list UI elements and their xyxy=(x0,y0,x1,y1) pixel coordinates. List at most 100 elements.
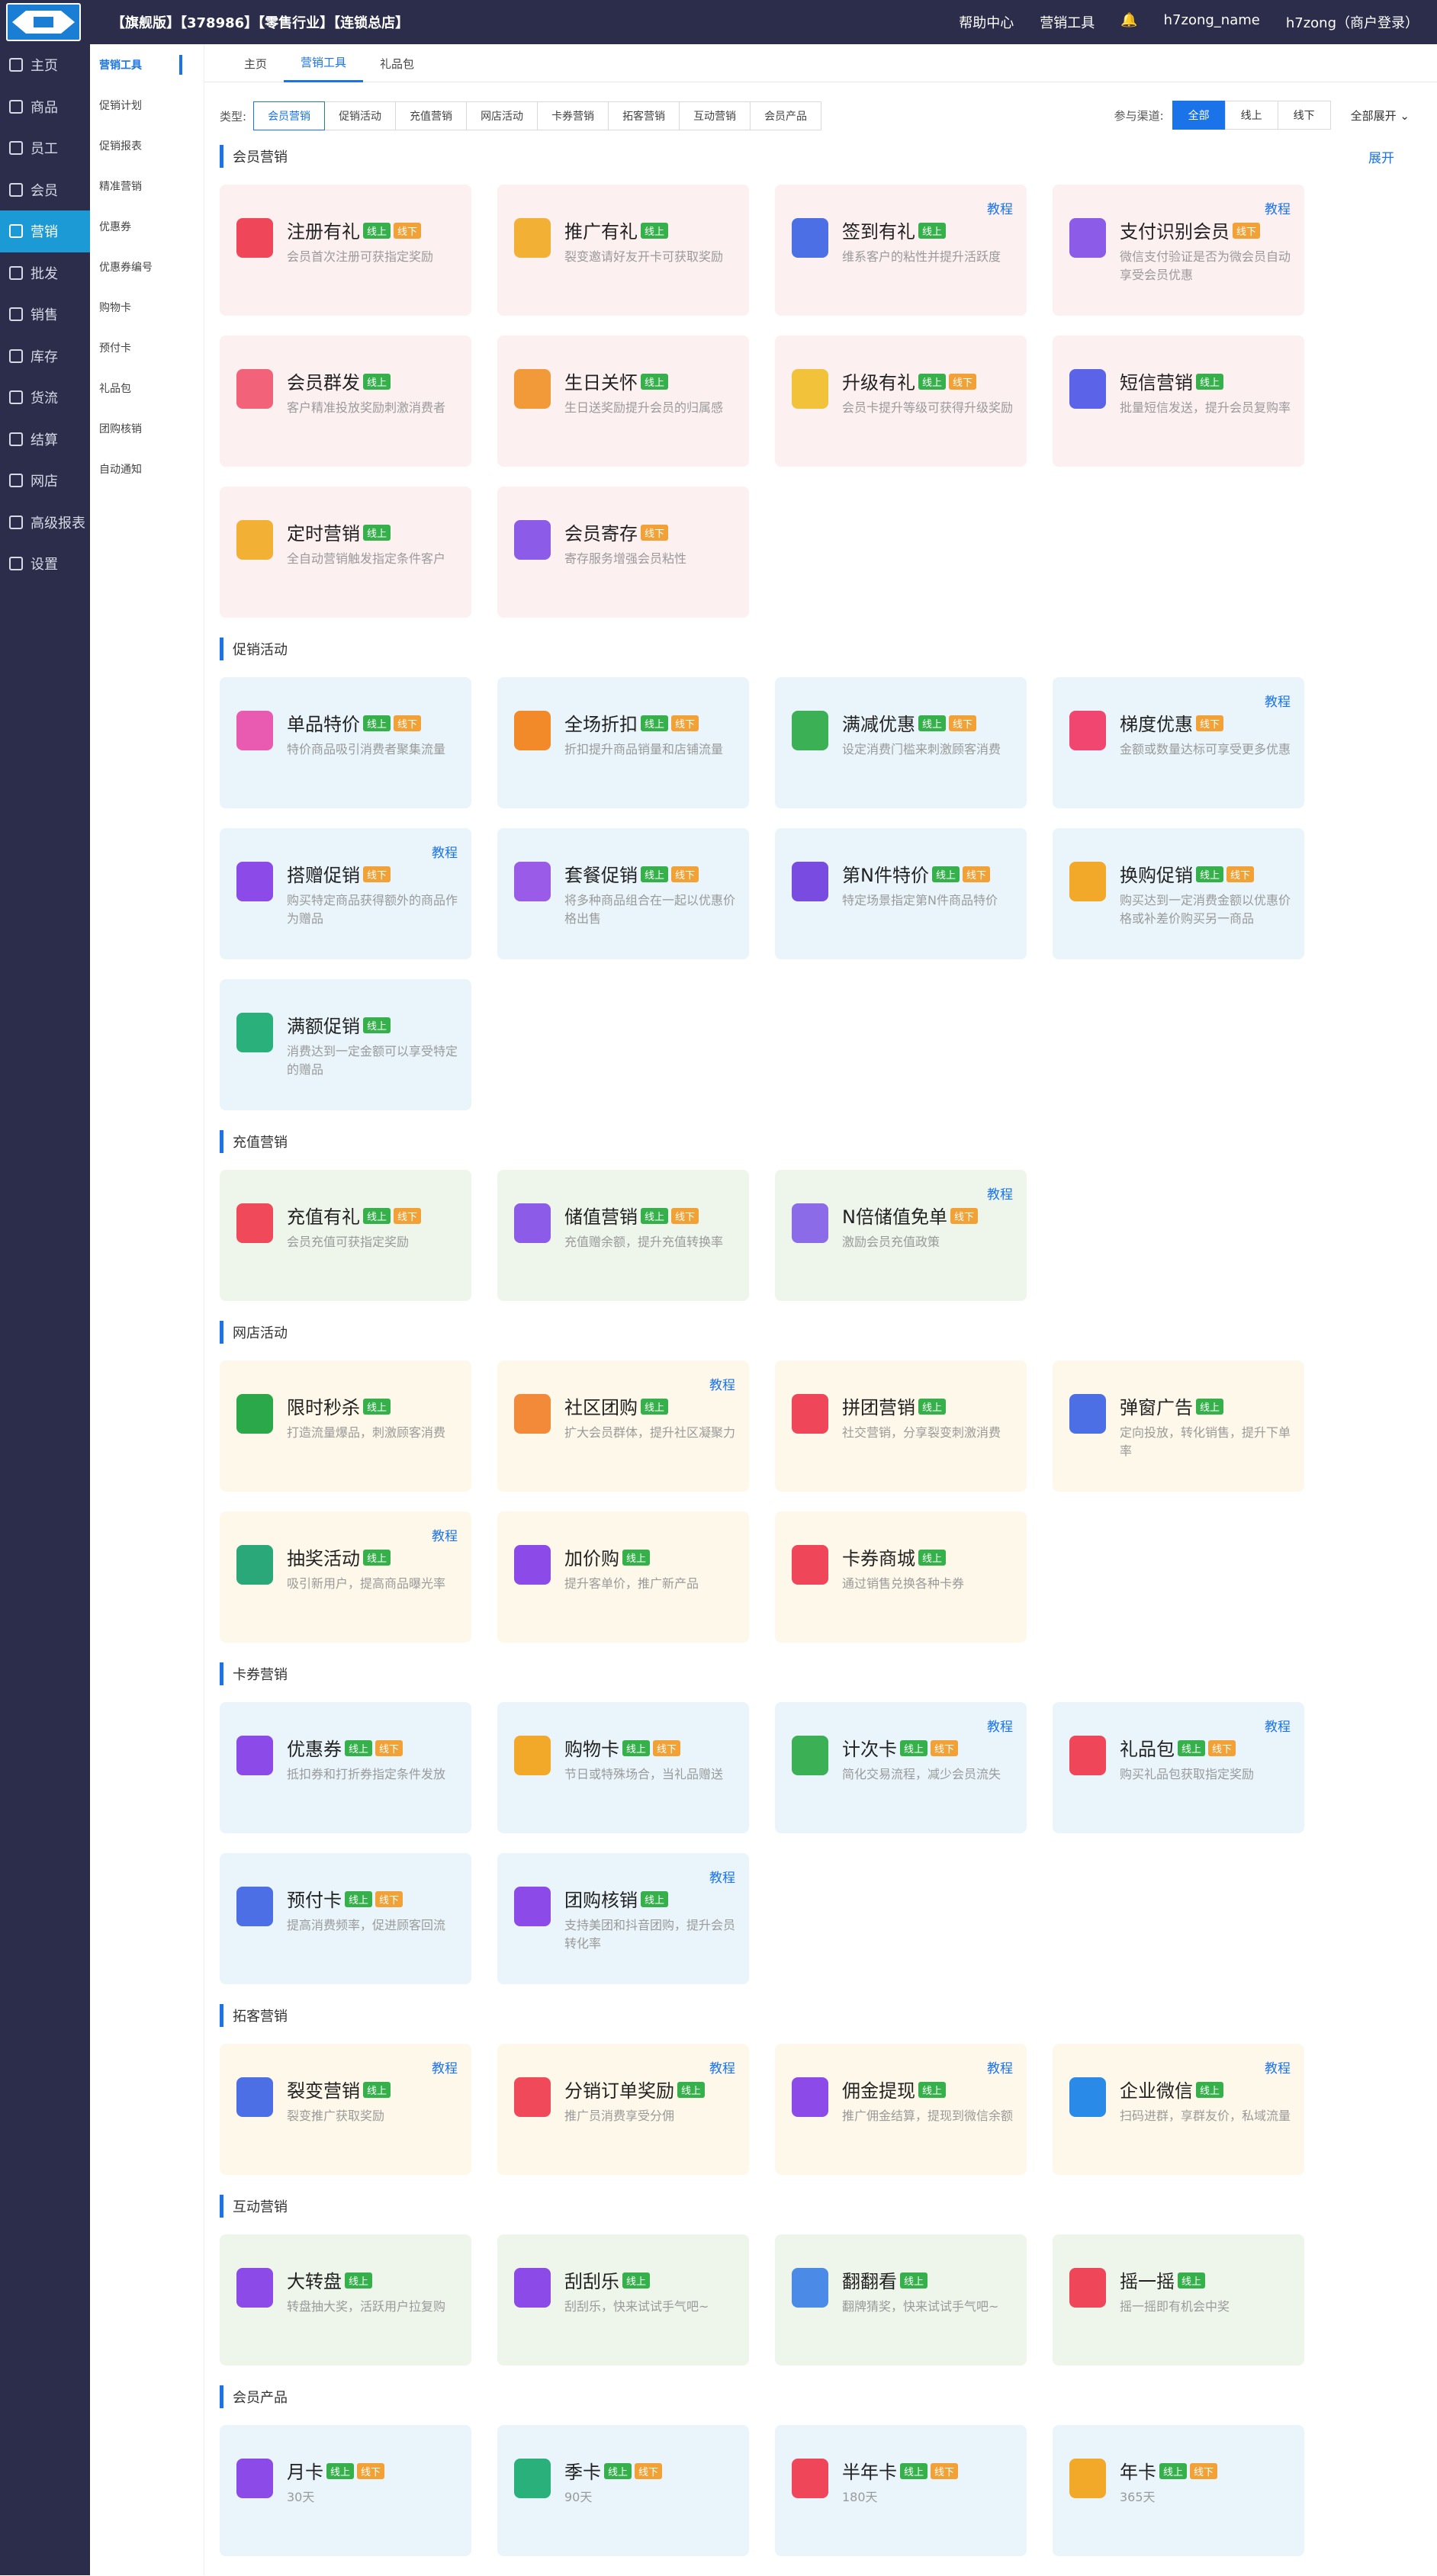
tool-card[interactable]: 摇一摇线上摇一摇即有机会中奖 xyxy=(1053,2234,1304,2366)
tutorial-link[interactable]: 教程 xyxy=(1265,2057,1291,2077)
tool-card[interactable]: 升级有礼线上线下会员卡提升等级可获得升级奖励 xyxy=(775,336,1027,467)
horizontal-scrollbar[interactable] xyxy=(220,2563,1425,2569)
sidebar-item[interactable]: 会员 xyxy=(0,169,90,211)
tool-card[interactable]: 购物卡线上线下节日或特殊场合，当礼品赠送 xyxy=(497,1702,749,1833)
tutorial-link[interactable]: 教程 xyxy=(1265,1716,1291,1735)
tab[interactable]: 主页 xyxy=(227,44,284,82)
tool-card[interactable]: 分销订单奖励线上推广员消费享受分佣教程 xyxy=(497,2044,749,2175)
tool-card[interactable]: 抽奖活动线上吸引新用户，提高商品曝光率教程 xyxy=(220,1511,471,1643)
help-center-link[interactable]: 帮助中心 xyxy=(959,12,1014,32)
tool-card[interactable]: 会员群发线上客户精准投放奖励刺激消费者 xyxy=(220,336,471,467)
tutorial-link[interactable]: 教程 xyxy=(987,2057,1013,2077)
tool-card[interactable]: 搭赠促销线下购买特定商品获得额外的商品作为赠品教程 xyxy=(220,828,471,959)
type-filter-button[interactable]: 网店活动 xyxy=(466,101,538,130)
tool-card[interactable]: 翻翻看线上翻牌猜奖，快来试试手气吧~ xyxy=(775,2234,1027,2366)
tool-card[interactable]: 刮刮乐线上刮刮乐，快来试试手气吧~ xyxy=(497,2234,749,2366)
tool-card[interactable]: 企业微信线上扫码进群，享群友价，私域流量教程 xyxy=(1053,2044,1304,2175)
expand-link[interactable]: 展开 xyxy=(1368,147,1394,166)
tool-card[interactable]: 弹窗广告线上定向投放，转化销售，提升下单率 xyxy=(1053,1360,1304,1492)
tool-card[interactable]: 团购核销线上支持美团和抖音团购，提升会员转化率教程 xyxy=(497,1853,749,1984)
tool-card[interactable]: 第N件特价线上线下特定场景指定第N件商品特价 xyxy=(775,828,1027,959)
tool-card[interactable]: 佣金提现线上推广佣金结算，提现到微信余额教程 xyxy=(775,2044,1027,2175)
tool-card[interactable]: 年卡线上线下365天 xyxy=(1053,2425,1304,2556)
tool-card[interactable]: 会员寄存线下寄存服务增强会员粘性 xyxy=(497,487,749,618)
tool-card[interactable]: 定时营销线上全自动营销触发指定条件客户 xyxy=(220,487,471,618)
type-filter-button[interactable]: 卡券营销 xyxy=(537,101,609,130)
sidebar-item[interactable]: 员工 xyxy=(0,127,90,169)
subnav-item[interactable]: 促销报表 xyxy=(90,125,204,165)
tool-card[interactable]: 签到有礼线上维系客户的粘性并提升活跃度教程 xyxy=(775,185,1027,316)
username[interactable]: h7zong_name xyxy=(1164,12,1260,32)
tool-card[interactable]: 注册有礼线上线下会员首次注册可获指定奖励 xyxy=(220,185,471,316)
tool-card[interactable]: 单品特价线上线下特价商品吸引消费者聚集流量 xyxy=(220,677,471,808)
tutorial-link[interactable]: 教程 xyxy=(987,1184,1013,1203)
tool-card[interactable]: 满减优惠线上线下设定消费门槛来刺激顾客消费 xyxy=(775,677,1027,808)
sidebar-item[interactable]: 批发 xyxy=(0,252,90,294)
tool-card[interactable]: 换购促销线上线下购买达到一定消费金额以优惠价格或补差价购买另一商品 xyxy=(1053,828,1304,959)
subnav-item[interactable]: 礼品包 xyxy=(90,368,204,408)
tool-card[interactable]: 满额促销线上消费达到一定金额可以享受特定的赠品 xyxy=(220,979,471,1110)
subnav-item[interactable]: 购物卡 xyxy=(90,287,204,327)
tool-card[interactable]: 拼团营销线上社交营销，分享裂变刺激消费 xyxy=(775,1360,1027,1492)
tool-card[interactable]: 社区团购线上扩大会员群体，提升社区凝聚力教程 xyxy=(497,1360,749,1492)
tool-card[interactable]: 预付卡线上线下提高消费频率，促进顾客回流 xyxy=(220,1853,471,1984)
tool-card[interactable]: 礼品包线上线下购买礼品包获取指定奖励教程 xyxy=(1053,1702,1304,1833)
tutorial-link[interactable]: 教程 xyxy=(1265,691,1291,710)
tool-card[interactable]: 月卡线上线下30天 xyxy=(220,2425,471,2556)
tutorial-link[interactable]: 教程 xyxy=(432,842,458,861)
tab[interactable]: 营销工具 xyxy=(284,44,363,82)
tool-card[interactable]: 限时秒杀线上打造流量爆品，刺激顾客消费 xyxy=(220,1360,471,1492)
tool-card[interactable]: 全场折扣线上线下折扣提升商品销量和店铺流量 xyxy=(497,677,749,808)
channel-button[interactable]: 全部 xyxy=(1172,101,1226,130)
subnav-item[interactable]: 团购核销 xyxy=(90,408,204,448)
subnav-item[interactable]: 预付卡 xyxy=(90,327,204,368)
bell-icon[interactable]: 🔔 xyxy=(1120,12,1137,32)
tool-card[interactable]: 短信营销线上批量短信发送，提升会员复购率 xyxy=(1053,336,1304,467)
subnav-item[interactable]: 优惠券 xyxy=(90,206,204,246)
tool-card[interactable]: 季卡线上线下90天 xyxy=(497,2425,749,2556)
tool-card[interactable]: 生日关怀线上生日送奖励提升会员的归属感 xyxy=(497,336,749,467)
sidebar-item[interactable]: 营销 xyxy=(0,210,90,252)
subnav-item[interactable]: 自动通知 xyxy=(90,448,204,489)
type-filter-button[interactable]: 充值营销 xyxy=(395,101,467,130)
tool-card[interactable]: 支付识别会员线下微信支付验证是否为微会员自动享受会员优惠教程 xyxy=(1053,185,1304,316)
type-filter-button[interactable]: 拓客营销 xyxy=(608,101,680,130)
tool-card[interactable]: 储值营销线上线下充值赠余额，提升充值转换率 xyxy=(497,1170,749,1301)
tool-card[interactable]: N倍储值免单线下激励会员充值政策教程 xyxy=(775,1170,1027,1301)
sidebar-item[interactable]: 库存 xyxy=(0,336,90,377)
tool-card[interactable]: 裂变营销线上裂变推广获取奖励教程 xyxy=(220,2044,471,2175)
subnav-item[interactable]: 优惠券编号 xyxy=(90,246,204,287)
sidebar-item[interactable]: 商品 xyxy=(0,86,90,128)
tutorial-link[interactable]: 教程 xyxy=(432,2057,458,2077)
tutorial-link[interactable]: 教程 xyxy=(432,1525,458,1544)
type-filter-button[interactable]: 会员营销 xyxy=(253,101,325,130)
type-filter-button[interactable]: 促销活动 xyxy=(324,101,396,130)
channel-button[interactable]: 线下 xyxy=(1278,101,1331,130)
type-filter-button[interactable]: 会员产品 xyxy=(750,101,821,130)
tool-card[interactable]: 优惠券线上线下抵扣券和打折券指定条件发放 xyxy=(220,1702,471,1833)
subnav-item[interactable]: 营销工具 xyxy=(90,44,204,85)
tool-card[interactable]: 梯度优惠线下金额或数量达标可享受更多优惠教程 xyxy=(1053,677,1304,808)
tutorial-link[interactable]: 教程 xyxy=(987,1716,1013,1735)
tool-card[interactable]: 计次卡线上线下简化交易流程，减少会员流失教程 xyxy=(775,1702,1027,1833)
channel-button[interactable]: 线上 xyxy=(1225,101,1278,130)
tool-card[interactable]: 大转盘线上转盘抽大奖，活跃用户拉复购 xyxy=(220,2234,471,2366)
tutorial-link[interactable]: 教程 xyxy=(709,1374,735,1393)
logo[interactable] xyxy=(6,3,81,41)
tool-card[interactable]: 卡券商城线上通过销售兑换各种卡券 xyxy=(775,1511,1027,1643)
sidebar-item[interactable]: 网店 xyxy=(0,460,90,502)
tool-card[interactable]: 推广有礼线上裂变邀请好友开卡可获取奖励 xyxy=(497,185,749,316)
tab[interactable]: 礼品包 xyxy=(363,44,431,82)
sidebar-item[interactable]: 销售 xyxy=(0,294,90,336)
tool-card[interactable]: 加价购线上提升客单价，推广新产品 xyxy=(497,1511,749,1643)
sidebar-item[interactable]: 设置 xyxy=(0,543,90,585)
subnav-item[interactable]: 精准营销 xyxy=(90,165,204,206)
tutorial-link[interactable]: 教程 xyxy=(1265,198,1291,217)
tool-card[interactable]: 充值有礼线上线下会员充值可获指定奖励 xyxy=(220,1170,471,1301)
sidebar-item[interactable]: 主页 xyxy=(0,44,90,86)
tool-card[interactable]: 半年卡线上线下180天 xyxy=(775,2425,1027,2556)
tutorial-link[interactable]: 教程 xyxy=(709,1867,735,1886)
tutorial-link[interactable]: 教程 xyxy=(987,198,1013,217)
shop-login[interactable]: h7zong（商户登录） xyxy=(1286,12,1419,32)
sidebar-item[interactable]: 货流 xyxy=(0,377,90,419)
